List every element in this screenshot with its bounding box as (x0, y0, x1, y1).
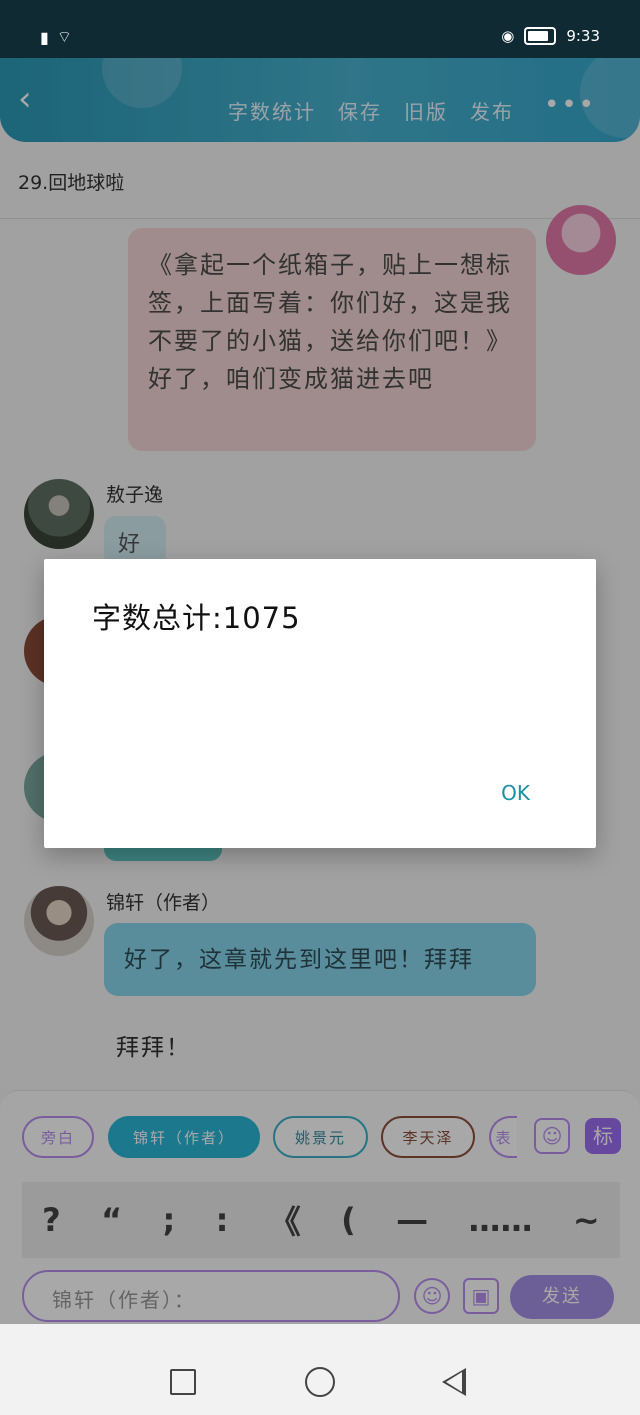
back-triangle-icon[interactable] (442, 1368, 466, 1396)
status-right: ◉ 9:33 (501, 27, 600, 45)
word-count-dialog: 字数总计:1075 OK (44, 559, 596, 848)
word-count-text: 字数总计:1075 (92, 601, 301, 635)
system-nav-bar (0, 1324, 640, 1415)
battery-alert-icon: ▮ (40, 27, 49, 47)
recent-apps-icon[interactable] (170, 1369, 196, 1395)
battery-icon (524, 27, 557, 45)
status-time: 9:33 (566, 27, 600, 45)
battery-fill (528, 31, 548, 41)
eye-icon: ◉ (501, 27, 515, 45)
wifi-icon: ⌔ (56, 27, 72, 46)
home-icon[interactable] (305, 1367, 335, 1397)
status-bar: ▮ ⌔ ◉ 9:33 (0, 0, 640, 58)
status-left: ▮ ⌔ (40, 27, 72, 47)
ok-button[interactable]: OK (501, 781, 530, 805)
